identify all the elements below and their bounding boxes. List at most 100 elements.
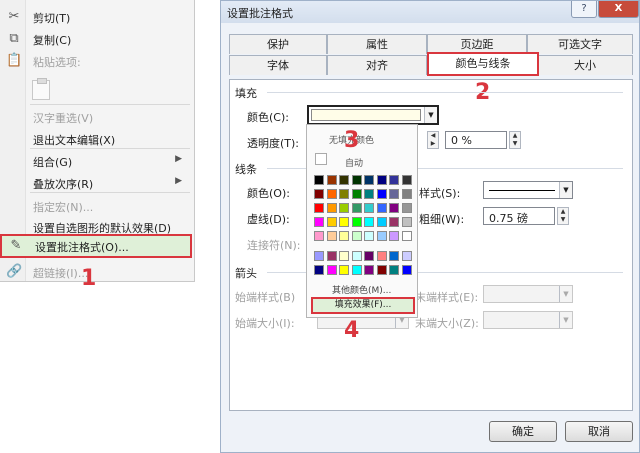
auto-color-option[interactable]: 自动 bbox=[345, 156, 363, 169]
color-swatch[interactable] bbox=[351, 189, 362, 199]
color-swatch[interactable] bbox=[339, 251, 349, 261]
tab-alignment[interactable]: 对齐 bbox=[327, 55, 427, 75]
color-swatch[interactable] bbox=[339, 265, 349, 275]
transparency-spinner[interactable]: ▲ ▼ bbox=[509, 131, 521, 149]
scissors-icon: ✂ bbox=[8, 9, 20, 24]
color-swatch[interactable] bbox=[376, 265, 387, 275]
color-swatch[interactable] bbox=[364, 175, 374, 185]
menu-item-order[interactable]: 叠放次序(R) ▶ bbox=[0, 172, 192, 194]
color-swatch[interactable] bbox=[389, 175, 399, 185]
format-comment-icon: ✎ bbox=[10, 238, 22, 253]
menu-item-copy[interactable]: ⧉ 复制(C) bbox=[0, 28, 192, 50]
color-swatch[interactable] bbox=[364, 217, 374, 227]
dialog-titlebar: 设置批注格式 ? X bbox=[221, 1, 639, 23]
color-swatch[interactable] bbox=[326, 265, 337, 275]
color-swatch[interactable] bbox=[401, 251, 412, 261]
fill-effects-option[interactable]: 填充效果(F)... bbox=[311, 297, 415, 314]
close-button[interactable]: X bbox=[598, 1, 639, 18]
color-swatch[interactable] bbox=[351, 217, 362, 227]
tab-alt-text[interactable]: 可选文字 bbox=[527, 34, 633, 54]
color-swatch[interactable] bbox=[314, 217, 324, 227]
tab-protection[interactable]: 保护 bbox=[229, 34, 327, 54]
color-swatch[interactable] bbox=[326, 217, 337, 227]
color-swatch[interactable] bbox=[401, 189, 412, 199]
color-swatch[interactable] bbox=[326, 251, 337, 261]
color-swatch[interactable] bbox=[326, 231, 337, 241]
color-swatch[interactable] bbox=[401, 231, 412, 241]
color-swatch[interactable] bbox=[351, 175, 362, 185]
color-swatch[interactable] bbox=[314, 251, 324, 261]
color-swatch[interactable] bbox=[326, 189, 337, 199]
color-swatch[interactable] bbox=[376, 251, 387, 261]
color-swatch[interactable] bbox=[389, 251, 399, 261]
end-style-label: 末端样式(E): bbox=[415, 291, 479, 304]
menu-separator bbox=[30, 192, 190, 193]
color-swatch[interactable] bbox=[351, 265, 362, 275]
color-swatch[interactable] bbox=[389, 265, 399, 275]
more-colors-option[interactable]: 其他颜色(M)... bbox=[332, 283, 391, 296]
menu-item-reconvert: 汉字重选(V) bbox=[33, 112, 94, 125]
color-swatch[interactable] bbox=[314, 231, 324, 241]
color-swatch[interactable] bbox=[314, 203, 324, 213]
tab-font[interactable]: 字体 bbox=[229, 55, 327, 75]
ok-button[interactable]: 确定 bbox=[489, 421, 557, 442]
transparency-input[interactable]: 0 % bbox=[445, 131, 507, 149]
color-swatch[interactable] bbox=[351, 231, 362, 241]
tab-colors-lines[interactable]: 颜色与线条 bbox=[427, 52, 539, 76]
color-swatch[interactable] bbox=[376, 231, 387, 241]
line-weight-spinner[interactable]: ▲ ▼ bbox=[557, 207, 569, 225]
color-swatch[interactable] bbox=[376, 217, 387, 227]
color-swatch[interactable] bbox=[364, 189, 374, 199]
color-swatch[interactable] bbox=[314, 265, 324, 275]
paste-option-keep-text bbox=[30, 78, 190, 102]
color-swatch[interactable] bbox=[314, 189, 324, 199]
line-style-combo[interactable]: ▼ bbox=[483, 181, 573, 199]
color-swatch[interactable] bbox=[376, 189, 387, 199]
color-swatch[interactable] bbox=[339, 217, 349, 227]
line-style-preview bbox=[489, 190, 555, 191]
color-swatch[interactable] bbox=[376, 175, 387, 185]
transparency-spinner-left[interactable]: ◀ ▶ bbox=[427, 131, 439, 149]
submenu-arrow-icon: ▶ bbox=[175, 176, 182, 186]
color-swatch[interactable] bbox=[364, 265, 374, 275]
cancel-button[interactable]: 取消 bbox=[565, 421, 633, 442]
color-swatch[interactable] bbox=[339, 231, 349, 241]
tab-margins[interactable]: 页边距 bbox=[427, 34, 527, 54]
connector-label: 连接符(N): bbox=[247, 239, 301, 252]
line-weight-label: 粗细(W): bbox=[419, 213, 465, 226]
menu-item-format-comment[interactable]: ✎ 设置批注格式(O)... bbox=[0, 234, 192, 258]
menu-item-group[interactable]: 组合(G) ▶ bbox=[0, 150, 192, 172]
menu-item-exit-text-edit[interactable]: 退出文本编辑(X) bbox=[0, 128, 192, 150]
line-weight-input[interactable]: 0.75 磅 bbox=[483, 207, 555, 225]
dialog-title: 设置批注格式 bbox=[227, 7, 293, 20]
tab-properties[interactable]: 属性 bbox=[327, 34, 427, 54]
help-button[interactable]: ? bbox=[571, 1, 597, 18]
color-swatch[interactable] bbox=[326, 203, 337, 213]
color-swatch[interactable] bbox=[314, 175, 324, 185]
tab-size[interactable]: 大小 bbox=[537, 55, 633, 75]
color-swatch[interactable] bbox=[389, 231, 399, 241]
context-menu: ✂ 剪切(T) ⧉ 复制(C) 📋 粘贴选项: 汉字重选(V) 退出文本编辑(X… bbox=[0, 0, 195, 282]
auto-color-swatch[interactable] bbox=[315, 153, 327, 165]
color-swatch[interactable] bbox=[401, 265, 412, 275]
color-swatch[interactable] bbox=[389, 189, 399, 199]
color-swatch[interactable] bbox=[364, 231, 374, 241]
color-swatch[interactable] bbox=[351, 251, 362, 261]
color-swatch[interactable] bbox=[339, 175, 349, 185]
chevron-down-icon: ▼ bbox=[424, 107, 437, 123]
end-style-combo: ▼ bbox=[483, 285, 573, 303]
color-swatch[interactable] bbox=[339, 189, 349, 199]
menu-item-cut[interactable]: ✂ 剪切(T) bbox=[0, 6, 192, 28]
color-swatch[interactable] bbox=[364, 251, 374, 261]
color-swatch[interactable] bbox=[339, 203, 349, 213]
color-swatch[interactable] bbox=[364, 203, 374, 213]
color-swatch[interactable] bbox=[401, 217, 412, 227]
color-swatch[interactable] bbox=[401, 203, 412, 213]
color-swatch[interactable] bbox=[351, 203, 362, 213]
color-swatch[interactable] bbox=[389, 217, 399, 227]
color-swatch[interactable] bbox=[389, 203, 399, 213]
fill-color-combo[interactable]: ▼ bbox=[307, 105, 439, 125]
color-swatch[interactable] bbox=[401, 175, 412, 185]
color-swatch[interactable] bbox=[326, 175, 337, 185]
color-swatch[interactable] bbox=[376, 203, 387, 213]
